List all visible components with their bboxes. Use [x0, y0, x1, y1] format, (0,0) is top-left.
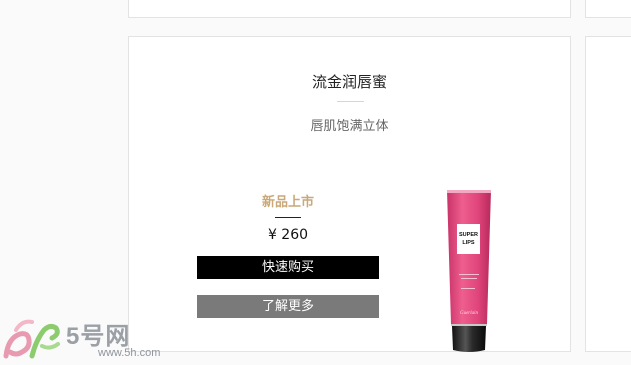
lip-gloss-tube-image[interactable]: SUPER LIPS Guerlain [445, 188, 493, 354]
tube-body [447, 190, 491, 324]
product-price: ¥ 260 [267, 227, 309, 243]
tube-brand-script: Guerlain [460, 311, 479, 316]
badge-divider [275, 217, 301, 218]
product-title: 流金润唇蜜 [311, 73, 387, 91]
watermark-site-name: 5号网 [66, 323, 131, 350]
product-card: 流金润唇蜜 唇肌饱满立体 新品上市 ¥ 260 快速购买 了解更多 SUPER … [128, 36, 571, 352]
product-card-right [585, 36, 631, 352]
tube-print-line [461, 278, 477, 279]
new-arrival-badge: 新品上市 [261, 195, 314, 210]
quick-buy-button[interactable]: 快速购买 [197, 256, 379, 279]
tube-label [457, 224, 480, 254]
site-watermark: 5号网 www.5h.com [2, 316, 160, 364]
title-divider [337, 101, 364, 102]
tube-crimp [447, 190, 491, 193]
tube-label-line-2: LIPS [462, 240, 475, 246]
product-card-top-left [128, 0, 571, 18]
watermark-logo-icon [3, 319, 60, 359]
tube-cap [452, 326, 486, 352]
watermark-url: www.5h.com [98, 347, 161, 359]
tube-print-line [459, 274, 479, 275]
tube-collar [451, 324, 487, 326]
product-card-top-right [585, 0, 631, 18]
learn-more-button[interactable]: 了解更多 [197, 295, 379, 318]
tube-label-line-1: SUPER [459, 232, 478, 238]
product-subtitle: 唇肌饱满立体 [310, 119, 389, 134]
tube-print-line [461, 288, 475, 289]
